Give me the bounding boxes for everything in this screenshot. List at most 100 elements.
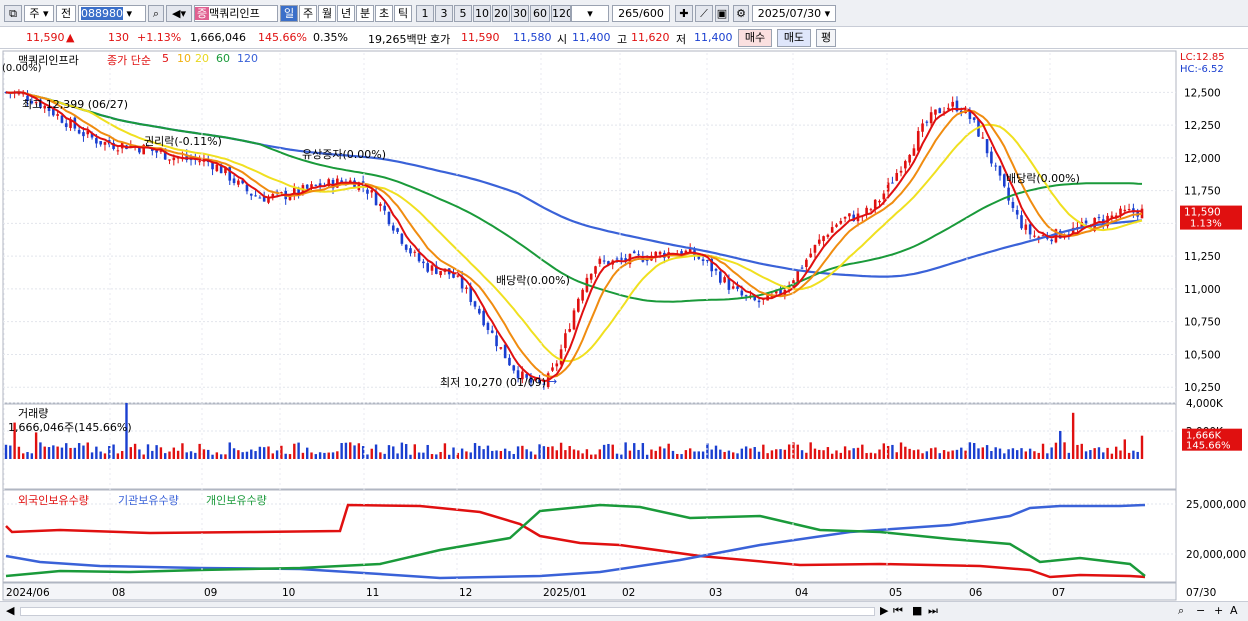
date-input[interactable]: 2025/07/30 ▾: [752, 5, 836, 22]
volume-bar: [663, 448, 666, 459]
interval-2[interactable]: 5: [454, 5, 472, 22]
volume-bar: [301, 452, 305, 459]
x-tick-label: 07: [1052, 587, 1065, 599]
volume-bar: [297, 442, 300, 459]
scroll-right-icon[interactable]: ▶: [880, 604, 888, 617]
chart-area[interactable]: 12,50012,25012,00011,75011,50011,25011,0…: [0, 49, 1248, 601]
interval-7[interactable]: 120: [551, 5, 571, 22]
interval-4[interactable]: 20: [492, 5, 510, 22]
tab-4[interactable]: 분: [356, 5, 374, 22]
eval-button[interactable]: 평: [816, 29, 836, 47]
tab-2[interactable]: 월: [318, 5, 336, 22]
candle-body: [835, 224, 838, 227]
volume-bar: [185, 452, 188, 459]
open-label: 시: [557, 33, 568, 46]
volume-bar: [56, 446, 59, 459]
minus-icon[interactable]: −: [1196, 604, 1205, 617]
price-tick-label: 11,250: [1184, 251, 1221, 263]
volume-bar: [495, 450, 498, 459]
price-tick-label: 10,500: [1184, 349, 1221, 361]
buy-button[interactable]: 매수: [738, 29, 772, 47]
interval-5[interactable]: 30: [511, 5, 529, 22]
search-icon[interactable]: ⌕: [148, 5, 164, 22]
scrollbar-track[interactable]: [20, 607, 875, 616]
price-value: 11,590: [26, 31, 65, 44]
tab-3[interactable]: 년: [337, 5, 355, 22]
volume-bar: [572, 449, 576, 459]
count-input[interactable]: 265/600: [612, 5, 670, 22]
interval-1[interactable]: 3: [435, 5, 453, 22]
candle-body: [822, 236, 825, 242]
volume-bar: [443, 443, 447, 459]
font-icon[interactable]: A: [1230, 604, 1238, 617]
line-tool-icon[interactable]: ⟋: [695, 5, 713, 22]
volume-bar: [1140, 435, 1144, 459]
volume-bar: [1076, 444, 1079, 459]
tab-1[interactable]: 주: [299, 5, 317, 22]
zoom-icon[interactable]: ⌕: [1178, 604, 1184, 618]
volume-bar: [1046, 453, 1049, 459]
x-tick-label: 03: [709, 587, 722, 599]
candle-body: [740, 290, 744, 296]
volume-bar: [1097, 447, 1101, 459]
volume-bar: [706, 443, 709, 459]
volume-bar: [353, 445, 356, 459]
interval-6[interactable]: 60: [530, 5, 550, 22]
sell-button[interactable]: 매도: [777, 29, 811, 47]
lc-label: LC:12.85: [1180, 52, 1225, 63]
candle-body: [753, 296, 757, 301]
candle-body: [1007, 187, 1010, 201]
volume-bar: [964, 450, 967, 459]
volume-bar: [740, 448, 744, 459]
candle-body: [632, 251, 636, 254]
candle-body: [465, 287, 468, 289]
volume-bar: [856, 447, 860, 459]
type-button[interactable]: 전: [56, 5, 76, 22]
crosshair-icon[interactable]: ✚: [675, 5, 693, 22]
interval-3[interactable]: 10: [473, 5, 491, 22]
interval-0[interactable]: 1: [416, 5, 434, 22]
volume-bar: [1123, 439, 1126, 459]
candle-body: [719, 271, 722, 283]
volume-bar: [1028, 448, 1032, 459]
tab-0[interactable]: 일: [280, 5, 298, 22]
candle-body: [994, 165, 997, 167]
volume-bar: [1119, 450, 1122, 459]
layout-icon[interactable]: ⧉: [4, 5, 22, 22]
volume-bar: [968, 442, 972, 459]
volume-bar: [95, 446, 98, 459]
save-icon[interactable]: ▣: [715, 5, 729, 22]
volume-bar: [598, 449, 602, 459]
chart-svg[interactable]: 12,50012,25012,00011,75011,50011,25011,0…: [0, 49, 1248, 601]
stop-icon[interactable]: ■: [912, 604, 922, 617]
volume-bar: [559, 442, 563, 459]
volume-bar: [181, 443, 184, 459]
volume-bar: [417, 452, 421, 459]
speaker-icon[interactable]: ◀▾: [166, 5, 192, 22]
volume-bar: [1102, 452, 1105, 459]
volume-bar: [757, 451, 761, 459]
volume-bar: [327, 452, 330, 459]
volume-bar: [138, 449, 141, 459]
plus-icon[interactable]: +: [1214, 604, 1223, 617]
volume-bar: [349, 442, 352, 459]
volume-bar: [1054, 442, 1058, 459]
range-select[interactable]: ▾: [571, 5, 609, 22]
candle-body: [839, 220, 843, 224]
volume-bar: [542, 446, 546, 459]
volume-bar: [172, 447, 176, 459]
gear-icon[interactable]: ⚙: [733, 5, 749, 22]
volume-bar: [1084, 451, 1088, 459]
volume-bar: [848, 450, 851, 459]
scroll-left-icon[interactable]: ◀: [6, 604, 14, 617]
tab-6[interactable]: 틱: [394, 5, 412, 22]
period-select[interactable]: 주 ▾: [24, 5, 54, 22]
volume-bar: [336, 451, 339, 459]
candle-body: [168, 159, 171, 161]
rewind-icon[interactable]: ⏮: [893, 604, 903, 618]
forward-icon[interactable]: ⏭: [928, 604, 938, 618]
volume-bar: [439, 451, 442, 459]
candle-body: [731, 286, 735, 289]
code-input[interactable]: 088980 ▾: [78, 5, 146, 22]
tab-5[interactable]: 초: [375, 5, 393, 22]
